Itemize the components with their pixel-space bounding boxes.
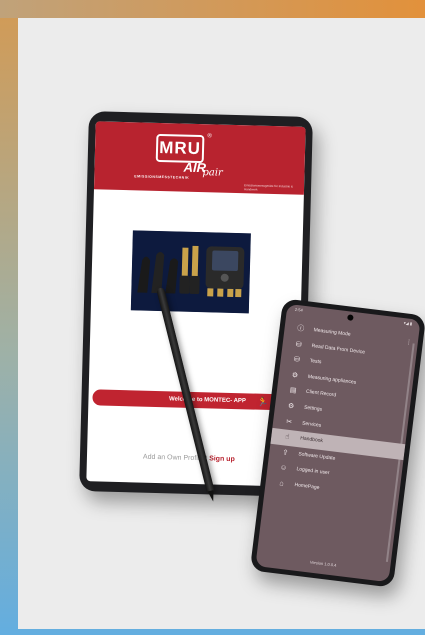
logo-subtitle: EMISSIONSMESSTECHNIK [134, 174, 190, 180]
nav-drawer-menu: ⓘ Measuring Mode ⛁ Read Data From Device… [265, 320, 419, 507]
home-icon: ⌂ [279, 480, 285, 488]
welcome-label: Welcome to MONTEC- APP [168, 396, 247, 405]
update-icon: ⇪ [282, 449, 289, 457]
logo-pair-text: pair [202, 167, 223, 179]
product-image [130, 230, 251, 314]
signup-row: Add an Own Profile? Sign up [143, 454, 235, 463]
info-icon: ⓘ [296, 325, 305, 333]
frame-top-border [0, 0, 425, 18]
database-icon: ⛁ [293, 356, 301, 364]
gear-icon: ⚙ [287, 402, 295, 411]
appliances-icon: ⚙ [291, 371, 299, 380]
app-header: MRU ® AIR pair EMISSIONSMESSTECHNIK Emis… [93, 121, 306, 195]
book-icon: ▤ [289, 387, 297, 395]
status-time: 2:54 [294, 306, 304, 313]
menu-item-label: Tests [309, 358, 322, 366]
database-icon: ⛁ [295, 340, 303, 349]
runner-icon: 🏃 [257, 396, 269, 407]
logo-registered-mark: ® [207, 133, 212, 140]
header-tagline: Emissionsmessgeräte für Industrie & Hand… [243, 183, 294, 192]
handbook-icon: ☝ [284, 433, 290, 442]
phone-screen: 2:54 ▾◢ ▮ ⋮ ⓘ Measuring Mode ⛁ Read Data… [255, 303, 421, 583]
product-illustration [130, 230, 251, 314]
status-icons: ▾◢ ▮ [403, 320, 413, 327]
services-icon: ✂ [285, 418, 293, 426]
canvas: MRU ® AIR pair EMISSIONSMESSTECHNIK Emis… [18, 18, 425, 629]
mru-logo: MRU [155, 133, 205, 164]
app-version: Version 1.0.0.4 [309, 559, 337, 568]
user-icon: ☺ [279, 464, 288, 473]
signup-link[interactable]: Sign up [209, 455, 235, 463]
menu-item-label: HomePage [294, 481, 320, 491]
